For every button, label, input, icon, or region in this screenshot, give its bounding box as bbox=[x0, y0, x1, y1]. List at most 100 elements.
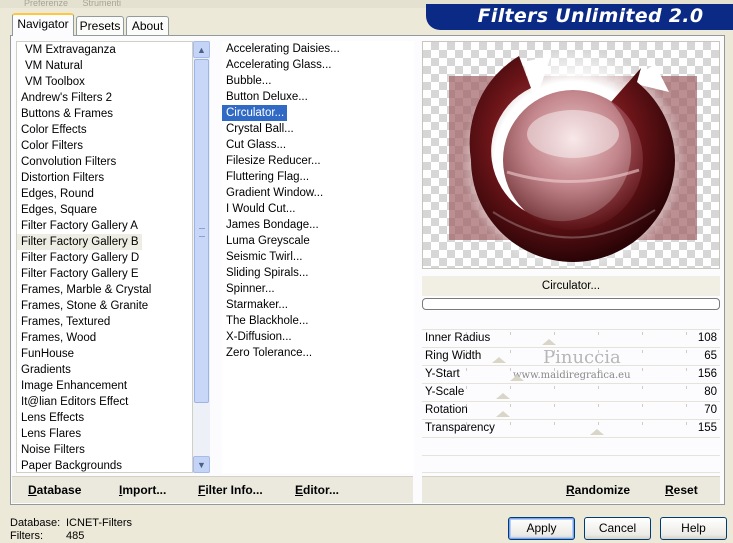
category-item[interactable]: Gradients bbox=[17, 362, 192, 378]
filter-item[interactable]: X-Diffusion... bbox=[222, 329, 292, 345]
filter-item[interactable]: Button Deluxe... bbox=[222, 89, 308, 105]
slider-tick bbox=[642, 422, 643, 425]
filter-item[interactable]: Gradient Window... bbox=[222, 185, 323, 201]
slider-tick bbox=[554, 422, 555, 425]
status-filters-value: 485 bbox=[66, 530, 85, 542]
slider-tick bbox=[686, 404, 687, 407]
category-item[interactable]: Buttons & Frames bbox=[17, 106, 192, 122]
filter-item[interactable]: Seismic Twirl... bbox=[222, 249, 302, 265]
category-item[interactable]: Color Filters bbox=[17, 138, 192, 154]
chevron-down-icon: ▼ bbox=[197, 459, 206, 470]
filter-item[interactable]: Filesize Reducer... bbox=[222, 153, 321, 169]
filter-item[interactable]: James Bondage... bbox=[222, 217, 319, 233]
param-row[interactable]: Transparency 155 bbox=[422, 419, 720, 436]
slider-tick bbox=[466, 368, 467, 371]
filter-item[interactable]: Luma Greyscale bbox=[222, 233, 310, 249]
category-scrollbar[interactable]: ▲ ▼ bbox=[193, 41, 210, 473]
param-row[interactable]: Y-Scale 80 bbox=[422, 383, 720, 400]
category-item[interactable]: Paper Backgrounds bbox=[17, 458, 192, 472]
apply-button[interactable]: Apply bbox=[508, 517, 575, 540]
slider-tick bbox=[598, 368, 599, 371]
cancel-button[interactable]: Cancel bbox=[584, 517, 651, 540]
slider-marker-icon[interactable] bbox=[496, 393, 510, 399]
param-row[interactable]: Inner Radius 108 bbox=[422, 329, 720, 346]
filter-item[interactable]: Bubble... bbox=[222, 73, 271, 89]
preview-filter-name: Circulator... bbox=[422, 276, 720, 296]
category-item[interactable]: FunHouse bbox=[17, 346, 192, 362]
param-row[interactable]: Ring Width 65 bbox=[422, 347, 720, 364]
scroll-up-button[interactable]: ▲ bbox=[193, 41, 210, 58]
category-item[interactable]: Edges, Round bbox=[17, 186, 192, 202]
category-item[interactable]: Filter Factory Gallery B bbox=[17, 234, 142, 250]
slider-marker-icon[interactable] bbox=[492, 357, 506, 363]
category-item[interactable]: Distortion Filters bbox=[17, 170, 192, 186]
status-database-value: ICNET-Filters bbox=[66, 517, 132, 529]
category-item[interactable]: VM Toolbox bbox=[21, 74, 192, 90]
filter-item[interactable]: Sliding Spirals... bbox=[222, 265, 308, 281]
filter-list[interactable]: Accelerating Daisies... Accelerating Glas… bbox=[222, 41, 414, 473]
category-item[interactable]: Filter Factory Gallery A bbox=[17, 218, 192, 234]
filter-item[interactable]: I Would Cut... bbox=[222, 201, 295, 217]
category-item[interactable]: Noise Filters bbox=[17, 442, 192, 458]
left-toolbar: Database Import... Filter Info... Editor… bbox=[12, 476, 413, 503]
filter-item[interactable]: Fluttering Flag... bbox=[222, 169, 309, 185]
param-row[interactable]: Y-Start 156 bbox=[422, 365, 720, 382]
scroll-thumb[interactable] bbox=[194, 59, 209, 403]
filter-item[interactable]: Starmaker... bbox=[222, 297, 288, 313]
filter-item[interactable]: The Blackhole... bbox=[222, 313, 308, 329]
tab-about[interactable]: About bbox=[126, 16, 169, 35]
category-item[interactable]: Frames, Textured bbox=[17, 314, 192, 330]
plugin-banner: Filters Unlimited 2.0 bbox=[426, 4, 733, 30]
filter-info-button[interactable]: Filter Info... bbox=[198, 483, 263, 497]
category-list[interactable]: VM Extravaganza VM Natural VM Toolbox Andre… bbox=[16, 41, 193, 473]
param-row[interactable]: Rotation 70 bbox=[422, 401, 720, 418]
category-item[interactable]: Frames, Marble & Crystal bbox=[17, 282, 192, 298]
tab-navigator[interactable]: Navigator bbox=[12, 13, 74, 36]
slider-tick bbox=[510, 386, 511, 389]
category-item[interactable]: VM Extravaganza bbox=[21, 42, 192, 58]
slider-marker-icon[interactable] bbox=[496, 411, 510, 417]
category-item[interactable]: Frames, Stone & Granite bbox=[17, 298, 192, 314]
category-item[interactable]: Filter Factory Gallery D bbox=[17, 250, 192, 266]
category-item[interactable]: It@lian Editors Effect bbox=[17, 394, 192, 410]
editor-button[interactable]: Editor... bbox=[295, 483, 339, 497]
category-item[interactable]: VM Natural bbox=[21, 58, 192, 74]
slider-tick bbox=[686, 368, 687, 371]
tab-presets[interactable]: Presets bbox=[76, 16, 124, 35]
filter-item[interactable]: Crystal Ball... bbox=[222, 121, 294, 137]
menu-fragment-2: Strumenti bbox=[82, 0, 122, 8]
database-button[interactable]: Database bbox=[28, 483, 81, 497]
category-item[interactable]: Frames, Wood bbox=[17, 330, 192, 346]
param-value: 70 bbox=[704, 404, 717, 416]
import-button[interactable]: Import... bbox=[119, 483, 166, 497]
reset-button[interactable]: Reset bbox=[665, 483, 698, 497]
filter-item[interactable]: Zero Tolerance... bbox=[222, 345, 312, 361]
category-item[interactable]: Edges, Square bbox=[17, 202, 192, 218]
slider-marker-icon[interactable] bbox=[542, 339, 556, 345]
slider-tick bbox=[554, 350, 555, 353]
slider-marker-icon[interactable] bbox=[590, 429, 604, 435]
filter-item[interactable]: Circulator... bbox=[222, 105, 288, 121]
category-item[interactable]: Convolution Filters bbox=[17, 154, 192, 170]
param-label: Transparency bbox=[425, 422, 495, 434]
slider-tick bbox=[686, 422, 687, 425]
category-item[interactable]: Andrew's Filters 2 bbox=[17, 90, 192, 106]
slider-marker-icon[interactable] bbox=[510, 375, 524, 381]
category-item[interactable]: Color Effects bbox=[17, 122, 192, 138]
category-item[interactable]: Filter Factory Gallery E bbox=[17, 266, 192, 282]
param-empty-row bbox=[422, 437, 720, 456]
filter-item[interactable]: Spinner... bbox=[222, 281, 275, 297]
category-item[interactable]: Lens Flares bbox=[17, 426, 192, 442]
randomize-button[interactable]: Randomize bbox=[566, 483, 630, 497]
category-item[interactable]: Lens Effects bbox=[17, 410, 192, 426]
filter-item[interactable]: Cut Glass... bbox=[222, 137, 286, 153]
help-button[interactable]: Help bbox=[660, 517, 727, 540]
menu-fragment-1: Preferenze bbox=[24, 0, 69, 8]
slider-tick bbox=[598, 386, 599, 389]
banner-title: Filters Unlimited 2.0 bbox=[477, 5, 704, 27]
filter-item[interactable]: Accelerating Glass... bbox=[222, 57, 331, 73]
slider-tick bbox=[510, 368, 511, 371]
scroll-down-button[interactable]: ▼ bbox=[193, 456, 210, 473]
filter-item[interactable]: Accelerating Daisies... bbox=[222, 41, 340, 57]
category-item[interactable]: Image Enhancement bbox=[17, 378, 192, 394]
